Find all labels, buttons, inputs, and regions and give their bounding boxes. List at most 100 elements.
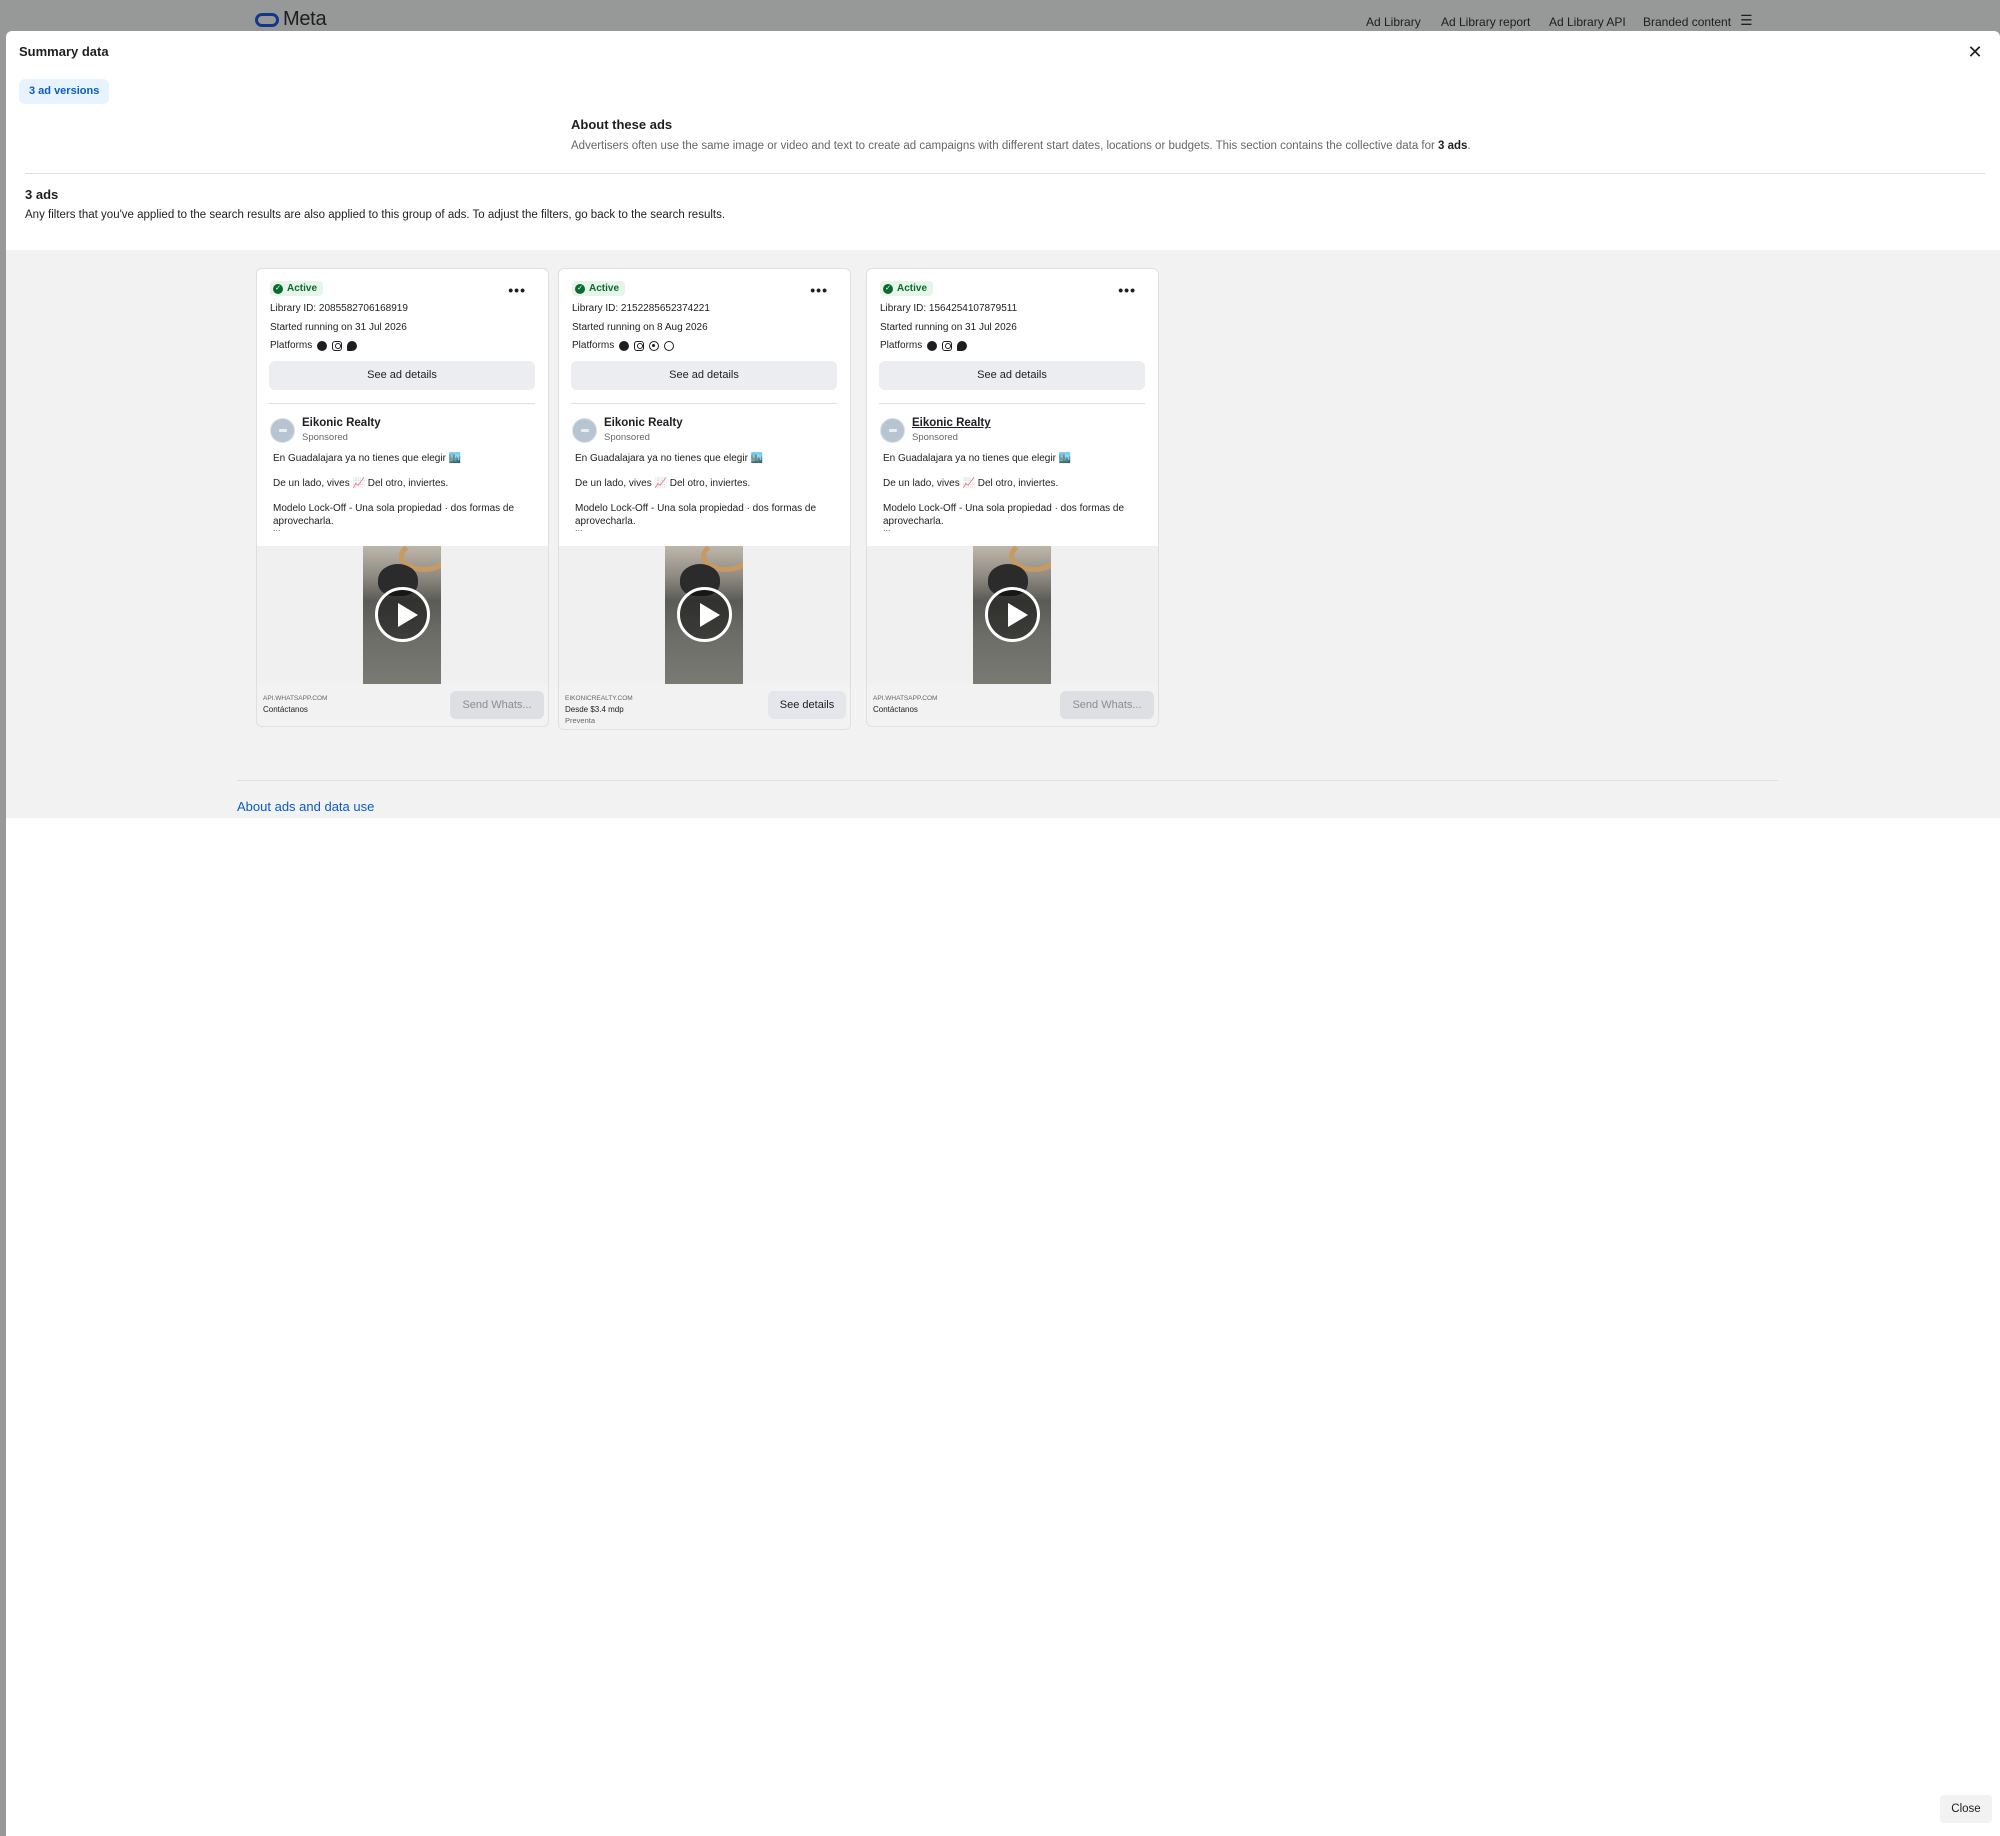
ad-text-line: En Guadalajara ya no tienes que elegir 🏙… [883, 453, 1072, 464]
ad-text-line: Modelo Lock-Off - Una sola propiedad · d… [883, 503, 1125, 527]
play-icon[interactable] [677, 587, 732, 642]
cta-subtitle: Preventa [565, 716, 596, 725]
cta-title: Contáctanos [873, 705, 918, 714]
cta-bar: API.WHATSAPP.COM Contáctanos Send Whats.… [257, 684, 548, 726]
advertiser-avatar[interactable] [880, 418, 905, 443]
cta-domain: API.WHATSAPP.COM [873, 695, 938, 702]
divider [269, 403, 535, 404]
cta-bar: EIKONICREALTY.COM Desde $3.4 mdp Prevent… [559, 684, 850, 729]
platforms-row: Platforms [880, 340, 968, 351]
messenger-icon [347, 340, 358, 351]
nav-branded-content[interactable]: Branded content [1643, 15, 1731, 29]
cta-domain: API.WHATSAPP.COM [263, 695, 328, 702]
sponsored-label: Sponsored [604, 432, 650, 443]
ad-media [257, 546, 548, 684]
messenger-icon [957, 340, 968, 351]
page-header: Meta Ad Library Ad Library report Ad Lib… [0, 0, 2000, 31]
platforms-label: Platforms [270, 340, 313, 351]
platforms-row: Platforms [270, 340, 358, 351]
ad-text-line: En Guadalajara ya no tienes que elegir 🏙… [575, 453, 764, 464]
ad-text-line: De un lado, vives 📈 Del otro, inviertes. [575, 478, 751, 489]
summary-modal: Summary data ✕ 3 ad versions About these… [6, 31, 2000, 1836]
send-whatsapp-button[interactable]: Send Whats... [1060, 691, 1154, 719]
ad-media [559, 546, 850, 684]
threads-icon [664, 340, 675, 351]
ad-text-line: De un lado, vives 📈 Del otro, inviertes. [273, 478, 449, 489]
send-whatsapp-button[interactable]: Send Whats... [450, 691, 544, 719]
close-button[interactable]: Close [1940, 1795, 1992, 1823]
status-badge: ✓ Active [270, 281, 324, 296]
library-id: Library ID: 2152285652374221 [572, 303, 710, 314]
see-ad-details-button[interactable]: See ad details [269, 361, 535, 390]
divider [25, 173, 1985, 174]
ad-body-text: En Guadalajara ya no tienes que elegir 🏙… [883, 452, 1145, 540]
ad-card: ✓ Active ••• Library ID: 2152285652374221… [558, 268, 851, 730]
see-more-ellipsis[interactable]: ... [883, 522, 891, 535]
ad-versions-tab[interactable]: 3 ad versions [19, 79, 110, 104]
cta-domain: EIKONICREALTY.COM [565, 695, 633, 702]
whatsapp-icon [649, 340, 660, 351]
see-details-button[interactable]: See details [768, 691, 846, 719]
ad-text-line: De un lado, vives 📈 Del otro, inviertes. [883, 478, 1059, 489]
library-id: Library ID: 1564254107879511 [880, 303, 1018, 314]
check-icon: ✓ [883, 283, 893, 294]
ad-card: ✓ Active ••• Library ID: 2085582706168919… [256, 268, 549, 727]
about-ads-title: About these ads [571, 117, 673, 132]
ad-card: ✓ Active ••• Library ID: 1564254107879511… [866, 268, 1159, 727]
facebook-icon [619, 340, 630, 351]
meta-logo[interactable]: Meta [255, 8, 327, 31]
start-date: Started running on 31 Jul 2026 [270, 322, 407, 333]
play-icon[interactable] [375, 587, 430, 642]
ad-text-line: Modelo Lock-Off - Una sola propiedad · d… [575, 503, 817, 527]
video-thumbnail[interactable] [665, 546, 743, 684]
ad-body-text: En Guadalajara ya no tienes que elegir 🏙… [575, 452, 837, 540]
sponsored-label: Sponsored [302, 432, 348, 443]
see-more-ellipsis[interactable]: ... [575, 522, 583, 535]
status-badge: ✓ Active [572, 281, 626, 296]
advertiser-name[interactable]: Eikonic Realty [604, 417, 683, 429]
cta-bar: API.WHATSAPP.COM Contáctanos Send Whats.… [867, 684, 1158, 726]
about-ads-data-use-link[interactable]: About ads and data use [237, 799, 374, 814]
divider [879, 403, 1145, 404]
nav-ad-library-report[interactable]: Ad Library report [1441, 15, 1530, 29]
see-more-ellipsis[interactable]: ... [273, 522, 281, 535]
video-thumbnail[interactable] [973, 546, 1051, 684]
advertiser-name[interactable]: Eikonic Realty [912, 417, 991, 429]
cta-title: Desde $3.4 mdp [565, 705, 624, 714]
more-options-icon[interactable]: ••• [1118, 283, 1136, 297]
ad-text-line: En Guadalajara ya no tienes que elegir 🏙… [273, 453, 462, 464]
facebook-icon [927, 340, 938, 351]
meta-infinity-icon [255, 12, 279, 27]
advertiser-avatar[interactable] [270, 418, 295, 443]
nav-ad-library[interactable]: Ad Library [1366, 15, 1421, 29]
more-options-icon[interactable]: ••• [810, 283, 828, 297]
instagram-icon [942, 340, 953, 351]
divider [237, 780, 1778, 781]
play-icon[interactable] [985, 587, 1040, 642]
ad-text-line: Modelo Lock-Off - Una sola propiedad · d… [273, 503, 515, 527]
close-icon[interactable]: ✕ [1966, 43, 1984, 61]
instagram-icon [332, 340, 343, 351]
advertiser-avatar[interactable] [572, 418, 597, 443]
start-date: Started running on 8 Aug 2026 [572, 322, 708, 333]
see-ad-details-button[interactable]: See ad details [571, 361, 837, 390]
check-icon: ✓ [273, 283, 283, 294]
sponsored-label: Sponsored [912, 432, 958, 443]
nav-ad-library-api[interactable]: Ad Library API [1549, 15, 1626, 29]
status-badge: ✓ Active [880, 281, 934, 296]
ad-body-text: En Guadalajara ya no tienes que elegir 🏙… [273, 452, 535, 540]
divider [571, 403, 837, 404]
ad-media [867, 546, 1158, 684]
advertiser-name[interactable]: Eikonic Realty [302, 417, 381, 429]
about-ads-text: Advertisers often use the same image or … [571, 140, 1471, 152]
instagram-icon [634, 340, 645, 351]
video-thumbnail[interactable] [363, 546, 441, 684]
see-ad-details-button[interactable]: See ad details [879, 361, 1145, 390]
hamburger-icon[interactable]: ☰ [1740, 12, 1753, 29]
facebook-icon [317, 340, 328, 351]
more-options-icon[interactable]: ••• [508, 283, 526, 297]
start-date: Started running on 31 Jul 2026 [880, 322, 1017, 333]
cta-title: Contáctanos [263, 705, 308, 714]
platforms-label: Platforms [572, 340, 615, 351]
platforms-row: Platforms [572, 340, 675, 351]
